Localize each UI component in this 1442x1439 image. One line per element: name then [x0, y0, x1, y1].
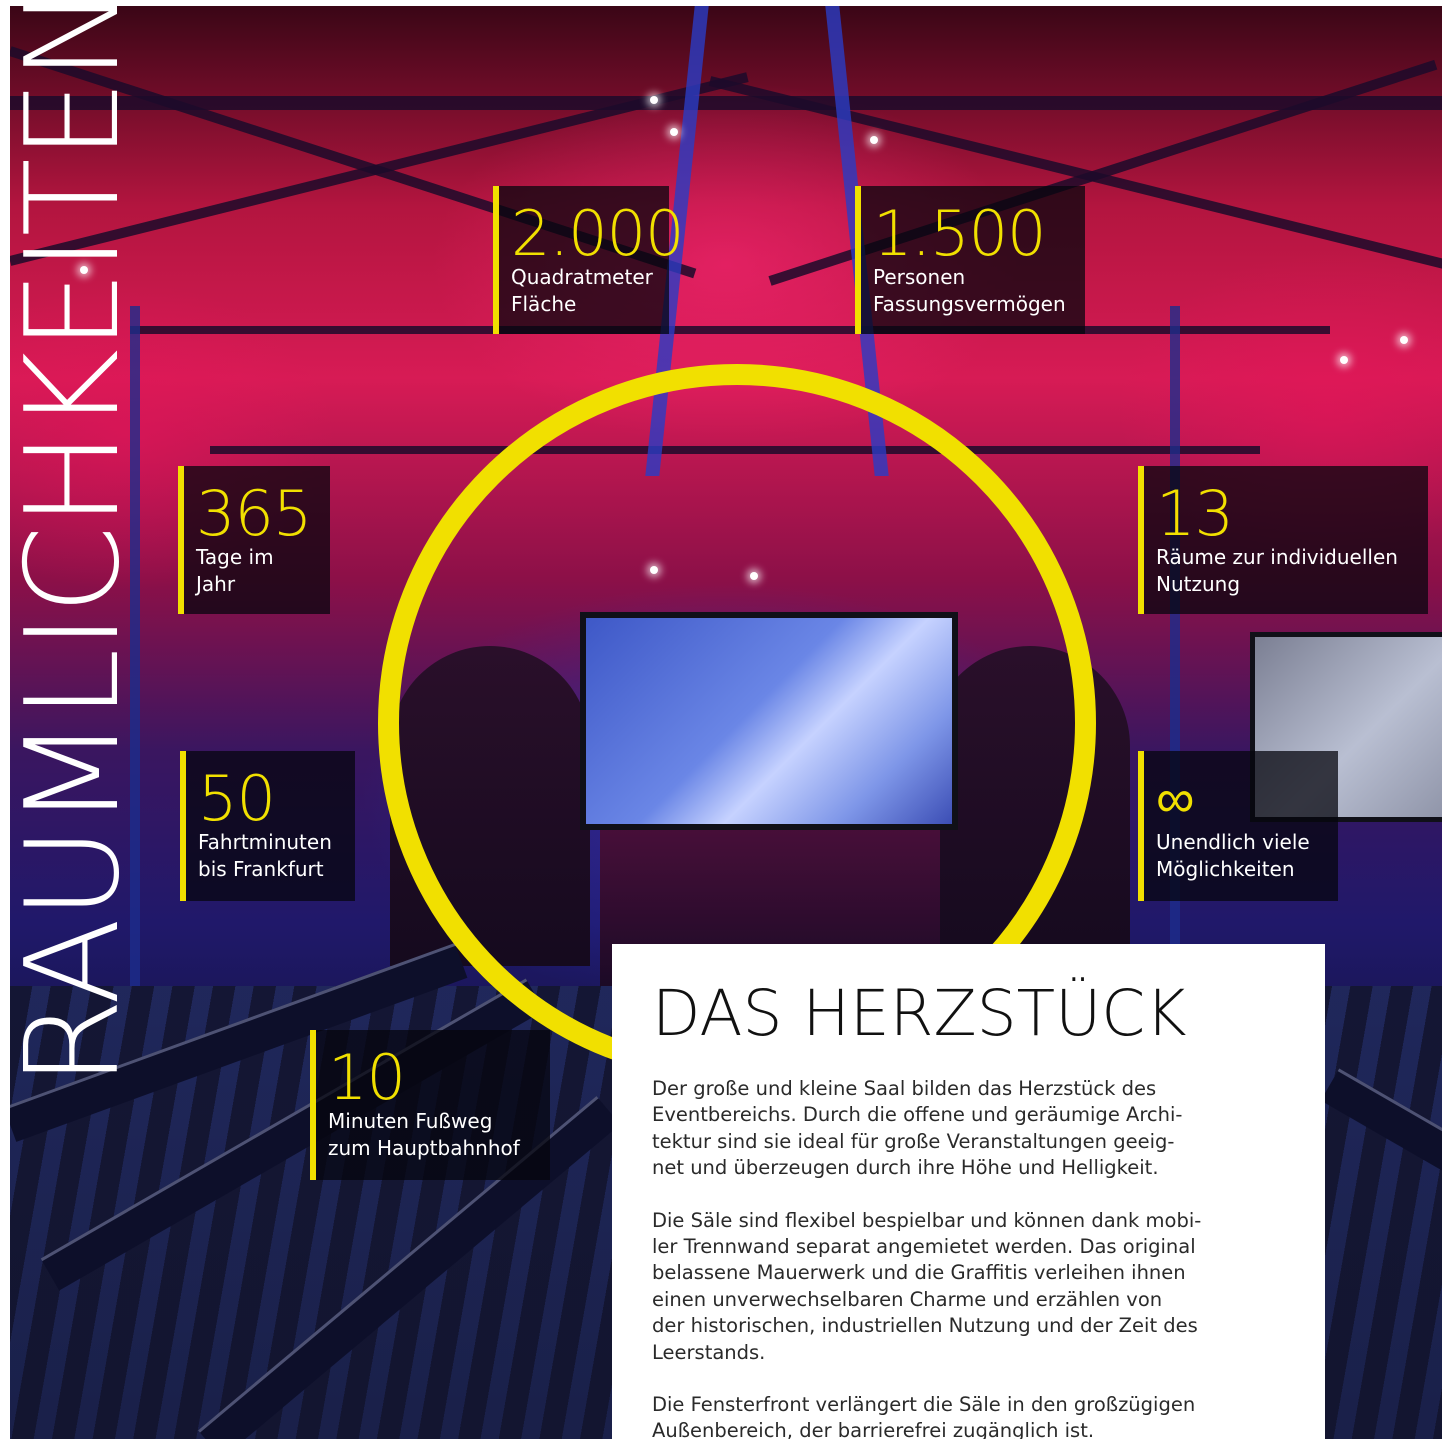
roof-beam [10, 96, 1442, 110]
roof-beam [130, 326, 1330, 334]
stat-drive-time: 50 Fahrtminuten bis Frankfurt [180, 751, 355, 901]
text-line: der historischen, industriellen Nutzung … [652, 1314, 1198, 1338]
text-line: Die Säle sind flexibel bespielbar und kö… [652, 1208, 1202, 1232]
panel-paragraph: Die Säle sind flexibel bespielbar und kö… [652, 1208, 1295, 1366]
stat-label-line: Räume zur individuellen [1156, 545, 1398, 569]
panel-paragraph: Der große und kleine Saal bilden das Her… [652, 1076, 1295, 1182]
stat-possibilities: ∞ Unendlich viele Möglichkeiten [1138, 751, 1338, 901]
stat-value: 2.000 [511, 197, 685, 270]
stat-area: 2.000 Quadratmeter Fläche [493, 186, 685, 334]
light-pillar [1170, 306, 1180, 1006]
stat-label-line: Nutzung [1156, 572, 1241, 596]
text-line: einen unverwechselbaren Charme und erzäh… [652, 1287, 1163, 1311]
ceiling-light [650, 96, 658, 104]
stat-label-line: Unendlich viele [1156, 830, 1310, 854]
text-panel: DAS HERZSTÜCK Der große und kleine Saal … [612, 944, 1325, 1439]
ceiling-light [870, 136, 878, 144]
text-line: Der große und kleine Saal bilden das Her… [652, 1077, 1157, 1100]
panel-paragraph: Die Fensterfront verlängert die Säle in … [652, 1392, 1295, 1439]
stat-label-line: Fassungsvermögen [873, 292, 1066, 316]
stat-label-line: zum Hauptbahnhof [328, 1136, 520, 1160]
stat-value: 365 [196, 477, 312, 550]
stat-label-line: Minuten Fußweg [328, 1109, 493, 1133]
text-line: tektur sind sie ideal für große Veransta… [652, 1129, 1175, 1153]
text-line: Eventbereichs. Durch die offene und gerä… [652, 1103, 1183, 1127]
text-line: belassene Mauerwerk und die Graffitis ve… [652, 1261, 1186, 1285]
stat-walk-time: 10 Minuten Fußweg zum Hauptbahnhof [310, 1030, 550, 1180]
ceiling-light [1340, 356, 1348, 364]
text-line: net und überzeugen durch ihre Höhe und H… [652, 1156, 1159, 1180]
infinity-symbol: ∞ [1156, 767, 1195, 830]
stat-value: 50 [198, 762, 276, 835]
text-line: Die Fensterfront verlängert die Säle in … [652, 1393, 1196, 1417]
brochure-page: RÄUMLICHKEITEN 2.000 Quadratmeter Fläche… [0, 0, 1442, 1439]
vertical-section-title: RÄUMLICHKEITEN [0, 0, 148, 1087]
stat-label-line: Möglichkeiten [1156, 857, 1295, 881]
text-line: Außenbereich, der barrierefrei zugänglic… [652, 1419, 1095, 1439]
stat-value: 13 [1156, 477, 1234, 550]
stat-rooms: 13 Räume zur individuellen Nutzung [1138, 466, 1428, 614]
stat-label-line: Quadratmeter [511, 265, 653, 289]
ceiling-light [1400, 336, 1408, 344]
stat-capacity: 1.500 Personen Fassungsvermögen [855, 186, 1085, 334]
stat-label-line: Jahr [196, 572, 236, 596]
stat-label-line: Fahrtminuten [198, 830, 332, 854]
stat-label-line: bis Frankfurt [198, 857, 324, 881]
stat-days: 365 Tage im Jahr [178, 466, 330, 614]
ceiling-light [670, 128, 678, 136]
stat-value: 1.500 [873, 197, 1047, 270]
text-line: ler Trennwand separat angemietet werden.… [652, 1235, 1196, 1259]
text-line: Leerstands. [652, 1340, 766, 1364]
stat-value: 10 [328, 1041, 406, 1114]
stat-label-line: Fläche [511, 292, 577, 316]
panel-heading: DAS HERZSTÜCK [652, 977, 1187, 1050]
